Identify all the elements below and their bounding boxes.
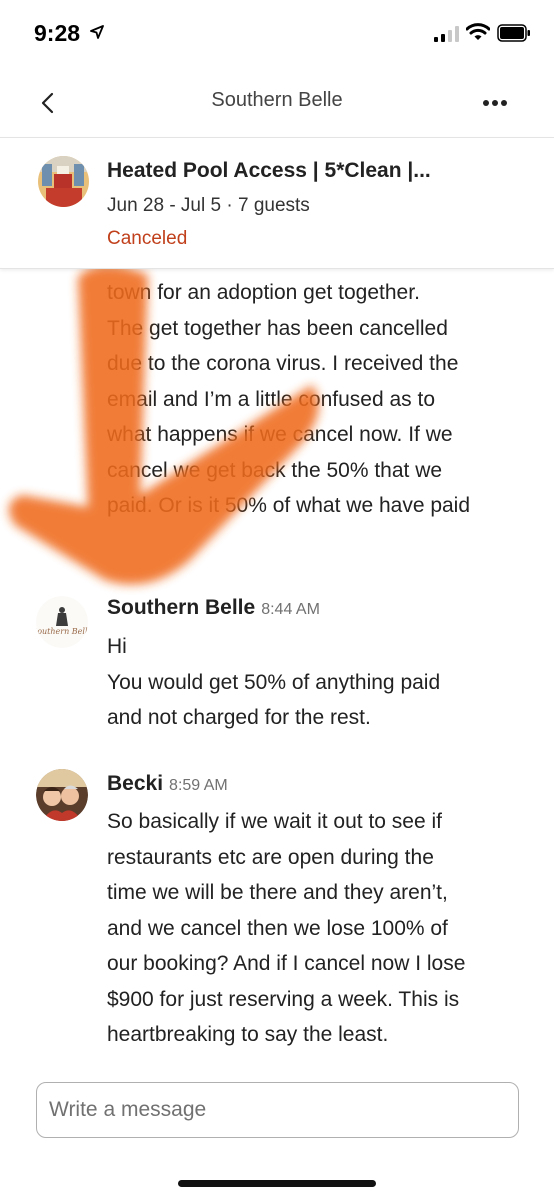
message-thread[interactable]: town for an adoption get together. The g…	[0, 269, 554, 1079]
more-horizontal-icon	[483, 100, 507, 106]
message-line: what happens if we cancel now. If we	[107, 423, 453, 446]
host-avatar[interactable]: Southern Belle	[36, 596, 88, 648]
message-line: and we cancel then we lose 100% of	[107, 916, 448, 940]
message-line: The get together has been cancelled	[107, 316, 448, 340]
listing-dates: Jun 28 - Jul 5	[107, 195, 222, 216]
message-input[interactable]	[49, 1095, 504, 1125]
listing-dates-guests: Jun 28 - Jul 5 · 7 guests	[107, 195, 310, 216]
listing-summary-card[interactable]: Heated Pool Access | 5*Clean |... Jun 28…	[0, 137, 554, 269]
guest-message-body: So basically if we wait it out to see if…	[107, 804, 527, 1053]
conversation-header: Southern Belle	[0, 70, 554, 136]
home-indicator[interactable]	[178, 1180, 376, 1187]
host-message-time: 8:44 AM	[261, 601, 320, 618]
listing-thumbnail	[38, 156, 89, 207]
guest-name: Becki	[107, 772, 164, 795]
conversation-title: Southern Belle	[211, 89, 343, 111]
status-time: 9:28	[34, 20, 81, 46]
wifi-icon	[466, 23, 490, 40]
message-line: email and I’m a little confused as to	[107, 387, 436, 411]
status-bar: 9:28	[0, 0, 554, 70]
message-line: and not charged for the rest.	[107, 706, 371, 729]
guest-avatar[interactable]	[36, 769, 88, 821]
listing-title: Heated Pool Access | 5*Clean |...	[107, 159, 431, 182]
guest-message-time: 8:59 AM	[169, 777, 228, 794]
battery-icon	[497, 24, 530, 42]
message-line: our booking? And if I cancel now I lose	[107, 952, 466, 975]
message-composer[interactable]	[36, 1082, 519, 1138]
message-line: So basically if we wait it out to see if	[107, 810, 442, 833]
message-line: due to the corona virus. I received the	[107, 352, 459, 375]
message-line: heartbreaking to say the least.	[107, 1023, 389, 1046]
message-line: Hi	[107, 635, 127, 658]
message-line: town for an adoption get together.	[107, 281, 420, 304]
more-options-button[interactable]	[478, 86, 512, 120]
host-message-body: Hi You would get 50% of anything paid an…	[107, 629, 527, 736]
message-line: paid. Or is it 50% of what we have paid	[107, 494, 471, 517]
host-sender-row: Southern Belle 8:44 AM	[107, 596, 320, 620]
cellular-signal-icon	[434, 26, 459, 42]
message-line: time we will be there and they aren’t,	[107, 881, 448, 904]
listing-guests: 7 guests	[237, 195, 310, 216]
previous-message-body: town for an adoption get together. The g…	[107, 275, 527, 524]
message-line: $900 for just reserving a week. This is	[107, 987, 460, 1011]
reservation-status: Canceled	[107, 228, 188, 249]
svg-text:Southern Belle: Southern Belle	[36, 627, 88, 636]
message-line: cancel we get back the 50% that we	[107, 458, 443, 482]
location-arrow-icon	[90, 25, 104, 39]
host-name: Southern Belle	[107, 596, 256, 619]
guest-sender-row: Becki 8:59 AM	[107, 772, 228, 796]
message-line: restaurants etc are open during the	[107, 845, 434, 869]
message-line: You would get 50% of anything paid	[107, 670, 441, 694]
